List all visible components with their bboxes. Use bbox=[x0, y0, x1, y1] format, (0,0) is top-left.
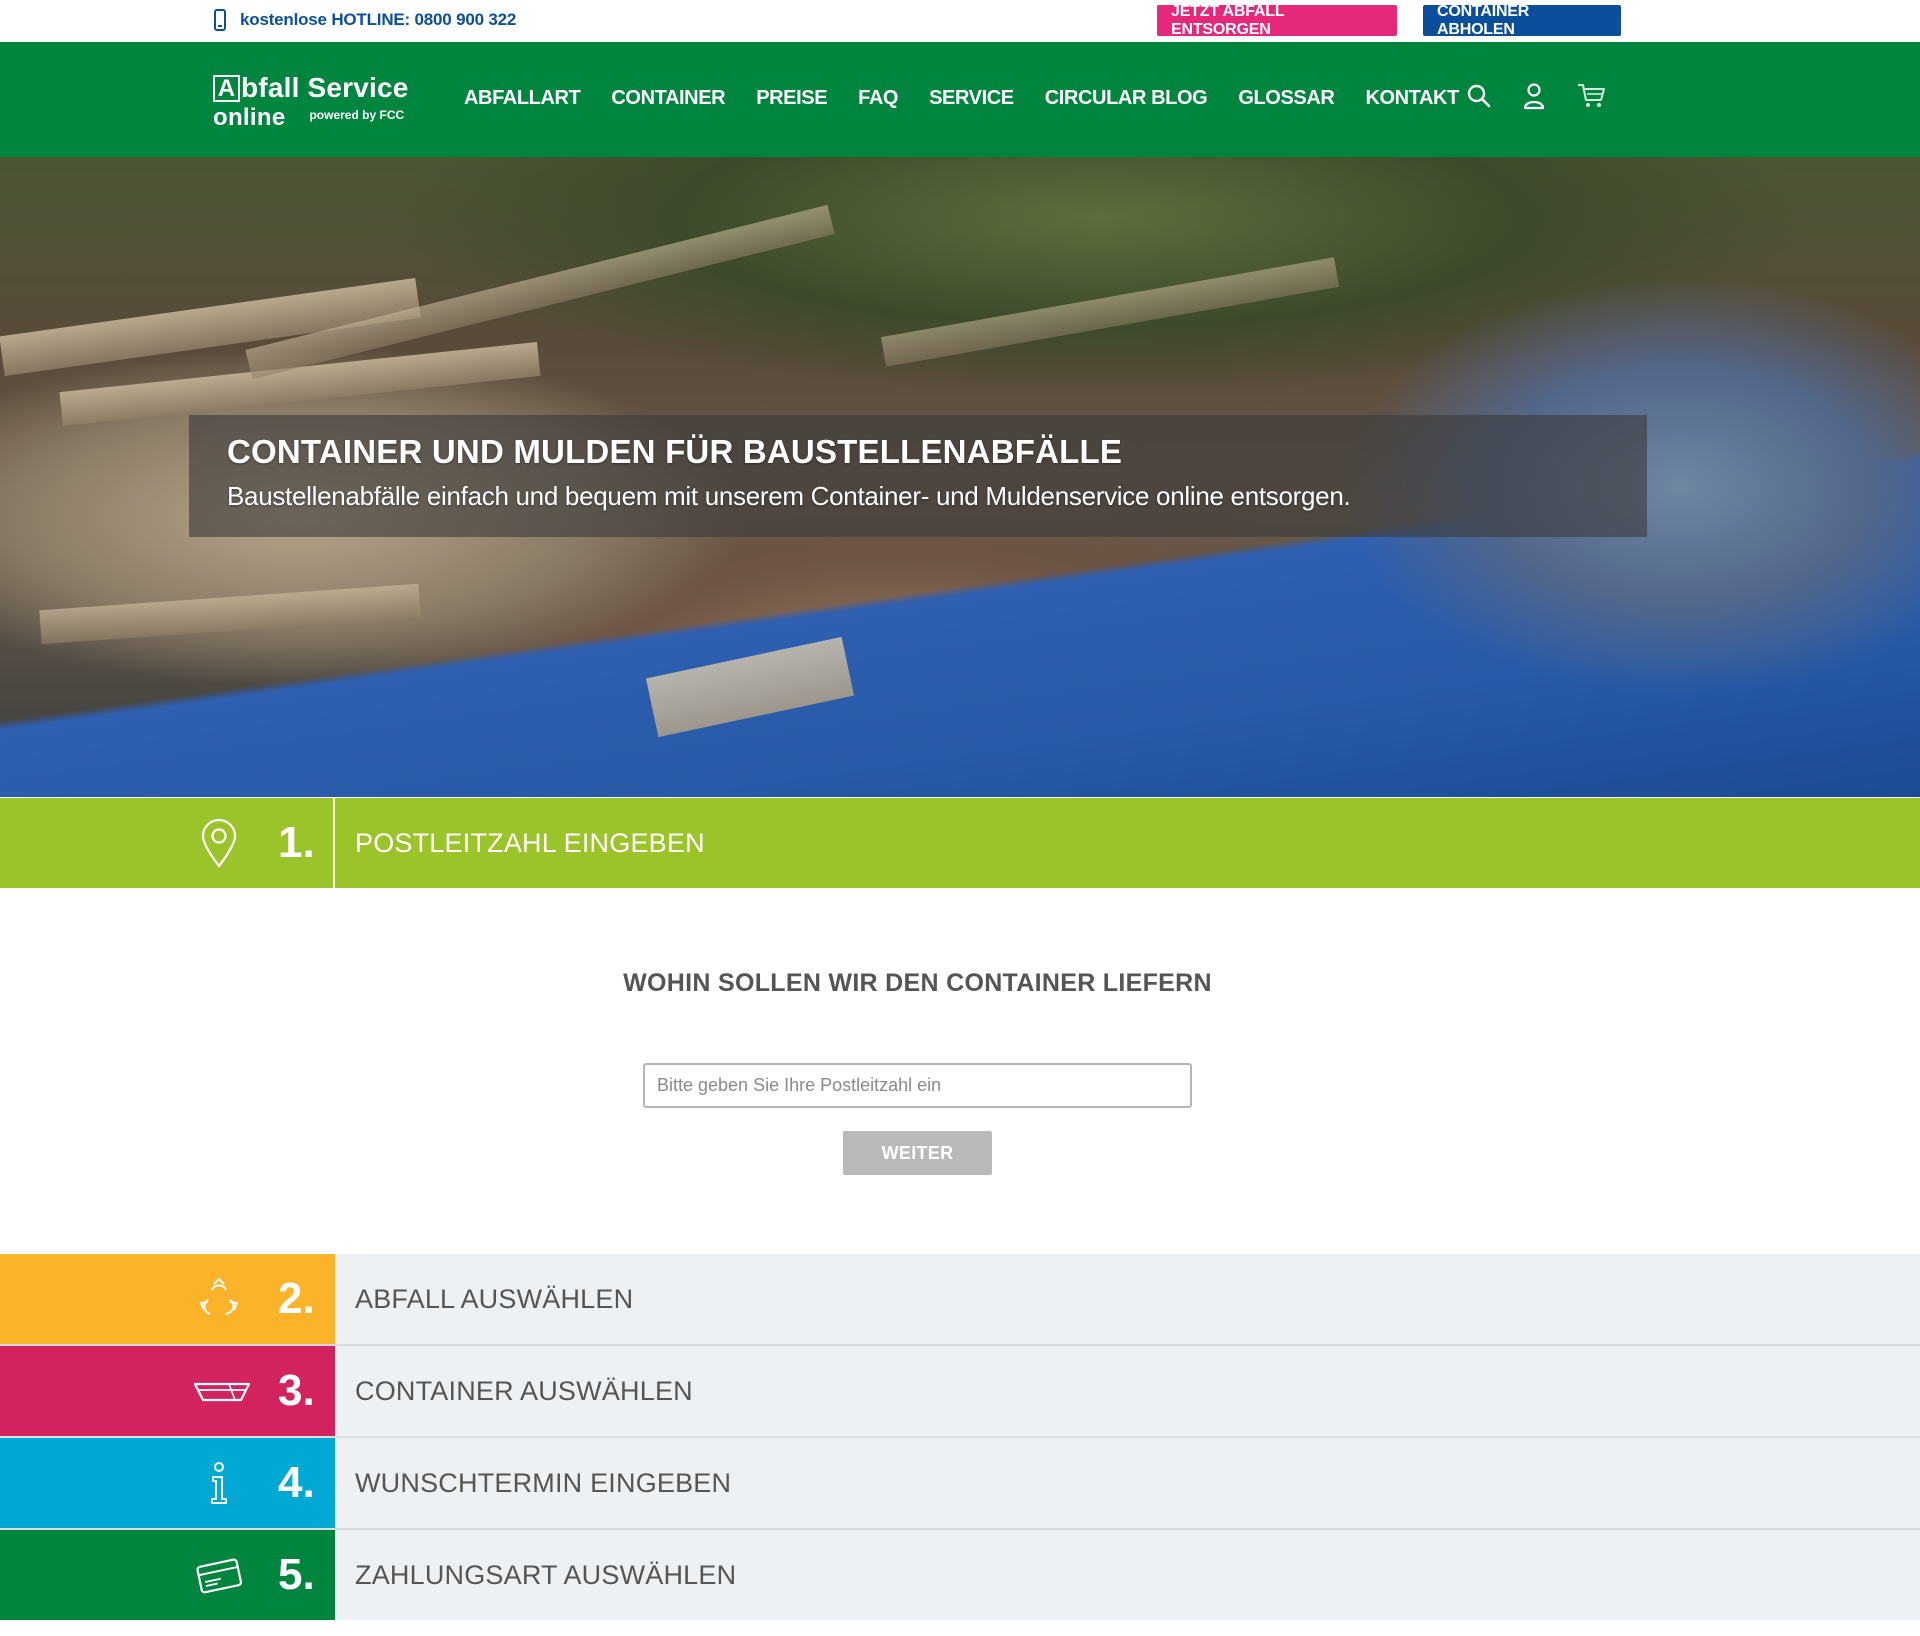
nav-item-faq[interactable]: FAQ bbox=[858, 87, 898, 110]
step-badge: 1. bbox=[0, 798, 335, 888]
container-icon bbox=[192, 1368, 252, 1414]
nav-item-container[interactable]: CONTAINER bbox=[611, 87, 725, 110]
step-preferred-date[interactable]: 4. WUNSCHTERMIN EINGEBEN bbox=[0, 1438, 1920, 1528]
step-select-waste[interactable]: 2. ABFALL AUSWÄHLEN bbox=[0, 1254, 1920, 1344]
step-number: 2. bbox=[278, 1274, 315, 1323]
step-number: 3. bbox=[278, 1366, 315, 1415]
user-icon[interactable] bbox=[1522, 82, 1546, 110]
dispose-waste-button[interactable]: JETZT ABFALL ENTSORGEN bbox=[1157, 3, 1397, 38]
hero-title: CONTAINER UND MULDEN FÜR BAUSTELLENABFÄL… bbox=[227, 433, 1123, 470]
hero-subtitle: Baustellenabfälle einfach und bequem mit… bbox=[227, 481, 1351, 511]
info-icon bbox=[196, 1460, 242, 1506]
brand-logo[interactable]: Abfall Service online powered by FCC bbox=[213, 72, 413, 132]
step-number: 4. bbox=[278, 1458, 315, 1507]
phone-icon bbox=[214, 9, 226, 31]
search-icon[interactable] bbox=[1466, 83, 1492, 109]
nav-item-preise[interactable]: PREISE bbox=[756, 87, 827, 110]
continue-button[interactable]: WEITER bbox=[843, 1131, 992, 1175]
hero-cardboard bbox=[645, 636, 855, 738]
nav-icons bbox=[1466, 82, 1606, 110]
nav-item-service[interactable]: SERVICE bbox=[929, 87, 1014, 110]
cart-icon[interactable] bbox=[1576, 82, 1606, 110]
nav-item-circular-blog[interactable]: CIRCULAR BLOG bbox=[1045, 87, 1208, 110]
nav-menu: ABFALLART CONTAINER PREISE FAQ SERVICE C… bbox=[464, 87, 1490, 110]
hero-banner: CONTAINER UND MULDEN FÜR BAUSTELLENABFÄL… bbox=[0, 157, 1920, 797]
hotline[interactable]: kostenlose HOTLINE: 0800 900 322 bbox=[214, 8, 516, 32]
logo-letter: A bbox=[213, 74, 240, 102]
step-label: WUNSCHTERMIN EINGEBEN bbox=[335, 1438, 1920, 1528]
top-bar: kostenlose HOTLINE: 0800 900 322 JETZT A… bbox=[0, 0, 1920, 42]
nav-item-glossar[interactable]: GLOSSAR bbox=[1238, 87, 1335, 110]
location-pin-icon bbox=[196, 818, 242, 868]
hero-caption: CONTAINER UND MULDEN FÜR BAUSTELLENABFÄL… bbox=[189, 415, 1647, 537]
step-number: 1. bbox=[278, 818, 315, 867]
step-postcode[interactable]: 1. POSTLEITZAHL EINGEBEN bbox=[0, 798, 1920, 888]
form-title: WOHIN SOLLEN WIR DEN CONTAINER LIEFERN bbox=[623, 969, 1212, 997]
step-number: 5. bbox=[278, 1550, 315, 1599]
step-badge: 5. bbox=[0, 1530, 335, 1620]
step-badge: 2. bbox=[0, 1254, 335, 1344]
logo-main: Abfall Service bbox=[213, 72, 413, 104]
main-navigation: Abfall Service online powered by FCC ABF… bbox=[0, 42, 1920, 157]
logo-sub: online powered by FCC bbox=[213, 104, 413, 132]
hero-plank bbox=[880, 257, 1340, 367]
container-pickup-button[interactable]: CONTAINER ABHOLEN bbox=[1423, 3, 1621, 38]
step-badge: 3. bbox=[0, 1346, 335, 1436]
nav-item-abfallart[interactable]: ABFALLART bbox=[464, 87, 581, 110]
recycle-icon bbox=[196, 1276, 242, 1322]
hotline-text: kostenlose HOTLINE: 0800 900 322 bbox=[240, 10, 517, 29]
step-payment-method[interactable]: 5. ZAHLUNGSART AUSWÄHLEN bbox=[0, 1530, 1920, 1620]
step-label: POSTLEITZAHL EINGEBEN bbox=[355, 827, 705, 858]
nav-item-kontakt[interactable]: KONTAKT bbox=[1365, 87, 1459, 110]
step-select-container[interactable]: 3. CONTAINER AUSWÄHLEN bbox=[0, 1346, 1920, 1436]
logo-name: bfall Service bbox=[241, 72, 409, 103]
step-label: CONTAINER AUSWÄHLEN bbox=[335, 1346, 1920, 1436]
step-label: ZAHLUNGSART AUSWÄHLEN bbox=[335, 1530, 1920, 1620]
credit-card-icon bbox=[196, 1552, 242, 1598]
hero-plank bbox=[39, 583, 421, 645]
logo-online: online bbox=[213, 104, 286, 131]
logo-powered-by: powered by FCC bbox=[309, 108, 405, 122]
postcode-input[interactable] bbox=[643, 1063, 1192, 1108]
step-badge: 4. bbox=[0, 1438, 335, 1528]
step-label: ABFALL AUSWÄHLEN bbox=[335, 1254, 1920, 1344]
